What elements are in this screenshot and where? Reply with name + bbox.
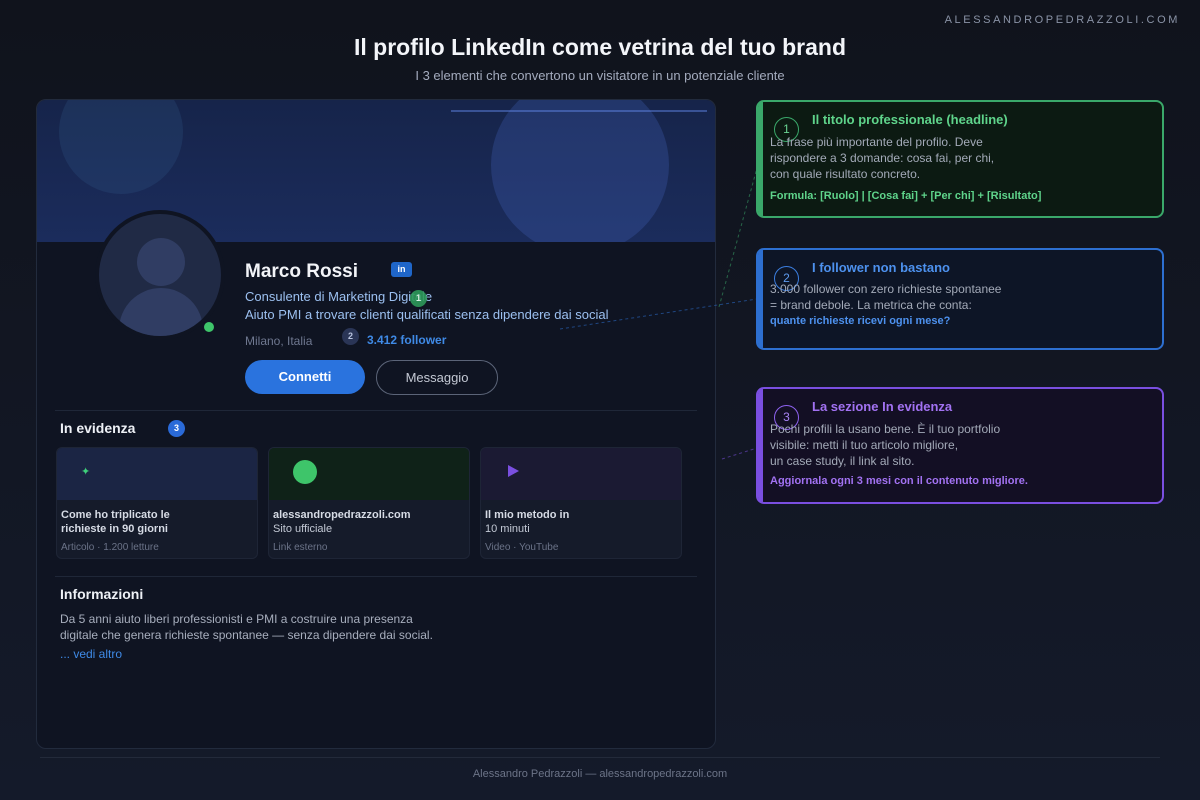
brand-label: ALESSANDROPEDRAZZOLI.COM: [944, 14, 1180, 26]
info-section-title: Informazioni: [60, 586, 144, 602]
callout-text-line: Pochi profili la usano bene. È il tuo po…: [770, 422, 1001, 436]
callout-text-line: 3.000 follower con zero richieste sponta…: [770, 282, 1002, 296]
page-subtitle: I 3 elementi che convertono un visitator…: [415, 68, 785, 83]
avatar-head-icon: [137, 238, 185, 286]
featured-card-meta: Articolo · 1.200 letture: [61, 542, 159, 553]
see-more-link[interactable]: ... vedi altro: [60, 647, 122, 661]
globe-icon: [293, 460, 317, 484]
featured-card-title: alessandropedrazzoli.com: [273, 509, 411, 521]
featured-thumbnail: [269, 448, 469, 500]
callout-highlight: quante richieste ricevi ogni mese?: [770, 315, 951, 327]
profile-role: Consulente di Marketing Digitale: [245, 289, 433, 304]
cover-decoration: [59, 100, 183, 194]
online-status-icon: [202, 320, 216, 334]
callout-text-line: un case study, il link al sito.: [770, 454, 915, 468]
marker-badge-1: 1: [410, 290, 427, 307]
marker-badge-2: 2: [342, 328, 359, 345]
play-icon: [508, 465, 519, 477]
callout-title: La sezione In evidenza: [812, 399, 953, 414]
featured-card-title: Il mio metodo in: [485, 509, 570, 521]
callout-text-line: = brand debole. La metrica che conta:: [770, 298, 972, 312]
featured-thumbnail: [481, 448, 681, 500]
profile-name: Marco Rossi: [245, 261, 358, 282]
featured-card-website[interactable]: alessandropedrazzoli.com Sito ufficiale …: [268, 447, 470, 559]
divider: [55, 576, 697, 577]
cover-decoration: [451, 110, 707, 112]
featured-section-title: In evidenza: [60, 420, 136, 436]
featured-card-article[interactable]: ✦ Come ho triplicato le richieste in 90 …: [56, 447, 258, 559]
divider: [55, 410, 697, 411]
callout-accent-bar: [758, 250, 763, 348]
featured-card-title: Come ho triplicato le: [61, 509, 170, 521]
callout-accent-bar: [758, 102, 763, 216]
avatar[interactable]: [99, 214, 221, 336]
info-text-line: Da 5 anni aiuto liberi professionisti e …: [60, 612, 413, 626]
followers-link[interactable]: 3.412 follower: [367, 333, 446, 347]
connector-line-3: [721, 447, 758, 460]
connector-line-1: [718, 167, 758, 308]
featured-card-subtitle: Sito ufficiale: [273, 523, 333, 535]
callout-accent-bar: [758, 389, 763, 502]
callout-title: I follower non bastano: [812, 260, 950, 275]
callout-headline: 1 Il titolo professionale (headline) La …: [756, 100, 1164, 218]
callout-highlight: Formula: [Ruolo] | [Cosa fai] + [Per chi…: [770, 190, 1042, 202]
profile-headline: Aiuto PMI a trovare clienti qualificati …: [245, 307, 609, 322]
linkedin-badge-icon: in: [391, 262, 412, 277]
avatar-body-icon: [119, 288, 203, 336]
callout-title: Il titolo professionale (headline): [812, 112, 1008, 127]
callout-highlight: Aggiornala ogni 3 mesi con il contenuto …: [770, 475, 1028, 487]
callout-text-line: visibile: metti il tuo articolo migliore…: [770, 438, 959, 452]
featured-card-meta: Video · YouTube: [485, 542, 559, 553]
featured-card-subtitle: 10 minuti: [485, 523, 530, 535]
callout-text-line: con quale risultato concreto.: [770, 167, 921, 181]
info-text-line: digitale che genera richieste spontanee …: [60, 628, 433, 642]
featured-card-video[interactable]: Il mio metodo in 10 minuti Video · YouTu…: [480, 447, 682, 559]
sparkle-icon: ✦: [81, 466, 91, 478]
featured-thumbnail: ✦: [57, 448, 257, 500]
cover-decoration: [491, 100, 669, 242]
page-title: Il profilo LinkedIn come vetrina del tuo…: [354, 34, 846, 60]
callout-featured: 3 La sezione In evidenza Pochi profili l…: [756, 387, 1164, 504]
callout-text-line: rispondere a 3 domande: cosa fai, per ch…: [770, 151, 995, 165]
footer-divider: [40, 757, 1160, 758]
message-button[interactable]: Messaggio: [376, 360, 498, 395]
footer-credit: Alessandro Pedrazzoli — alessandropedraz…: [472, 768, 728, 780]
callout-followers: 2 I follower non bastano 3.000 follower …: [756, 248, 1164, 350]
featured-card-meta: Link esterno: [273, 542, 328, 553]
connect-button[interactable]: Connetti: [245, 360, 365, 394]
profile-location: Milano, Italia: [245, 334, 313, 348]
marker-badge-3: 3: [168, 420, 185, 437]
featured-card-subtitle: richieste in 90 giorni: [61, 523, 168, 535]
profile-card: Marco Rossi in Consulente di Marketing D…: [36, 99, 716, 749]
callout-text-line: La frase più importante del profilo. Dev…: [770, 135, 983, 149]
